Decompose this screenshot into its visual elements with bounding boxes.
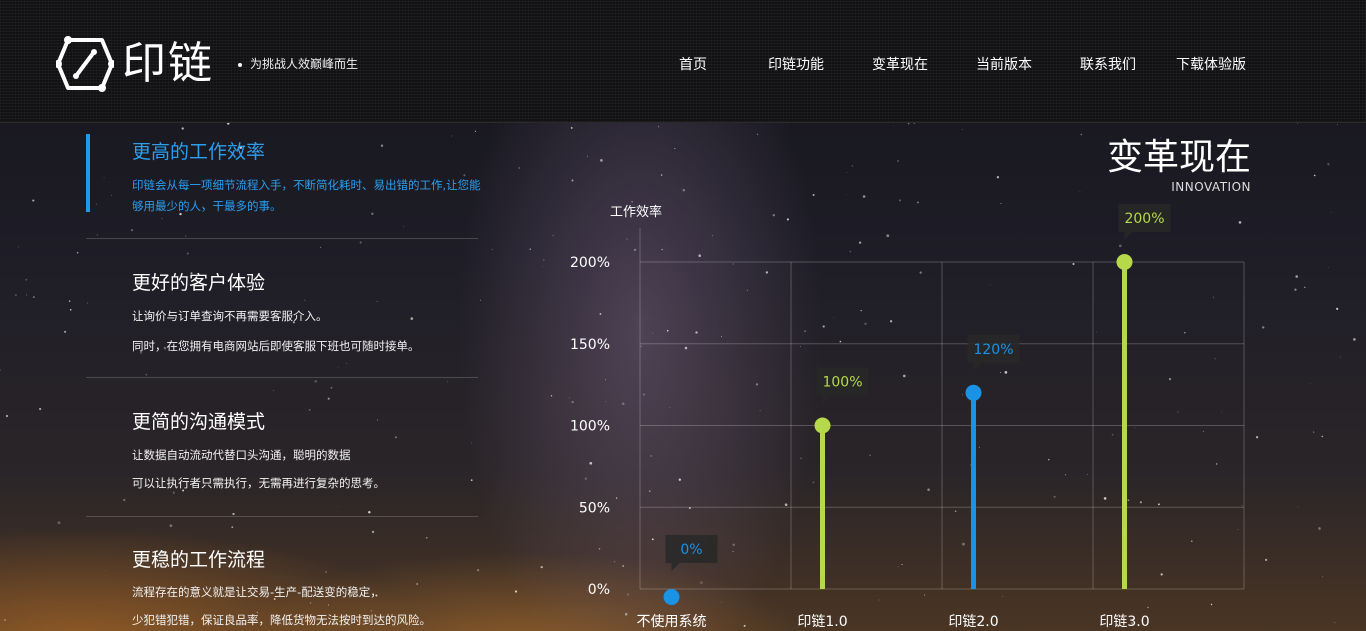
tooltip-pointer — [822, 395, 831, 404]
efficiency-chart: 0% 50% 100% 150% 200% 工作效率 0% 不使用系统 100% 印链1.0 120… — [570, 204, 1245, 630]
x-tick-label: 印链2.0 — [948, 614, 998, 630]
x-tick-label: 印链1.0 — [797, 614, 847, 630]
y-tick-label: 200% — [570, 255, 610, 271]
data-point — [814, 417, 831, 434]
y-axis-label: 工作效率 — [610, 204, 662, 220]
x-tick-label: 印链3.0 — [1099, 614, 1149, 630]
data-point — [663, 589, 680, 605]
data-point — [965, 384, 982, 401]
data-label: 200% — [1124, 211, 1164, 227]
tooltip-pointer — [1124, 232, 1133, 240]
y-tick-label: 150% — [570, 337, 610, 353]
y-tick-label: 0% — [588, 582, 610, 598]
y-tick-label: 100% — [570, 419, 610, 435]
data-point — [1116, 254, 1133, 270]
data-label: 100% — [822, 375, 862, 391]
data-label: 0% — [680, 542, 702, 558]
data-label: 120% — [973, 342, 1013, 358]
tooltip-pointer — [973, 362, 982, 371]
x-tick-label: 不使用系统 — [637, 613, 707, 630]
y-tick-label: 50% — [579, 500, 610, 516]
tooltip-pointer — [671, 563, 680, 571]
